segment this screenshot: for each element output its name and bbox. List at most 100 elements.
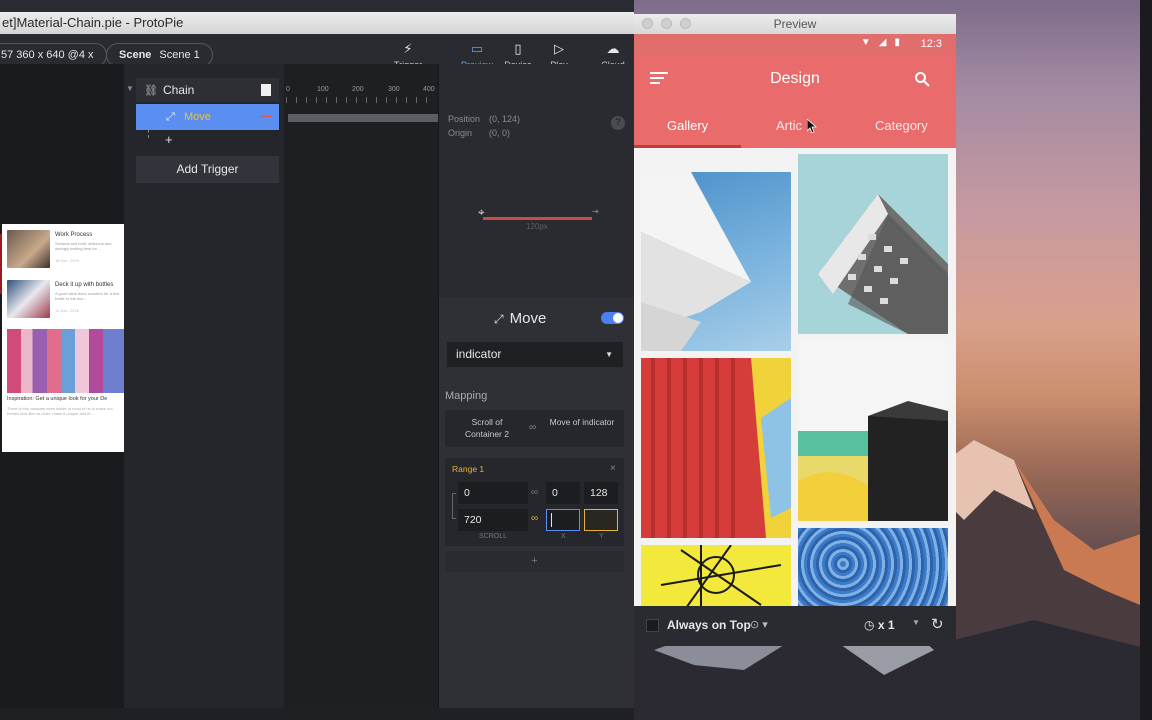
gallery-tile[interactable] bbox=[641, 358, 791, 538]
target-layer-select[interactable]: indicator ▼ bbox=[447, 342, 623, 367]
origin-value: (0, 0) bbox=[489, 128, 511, 138]
help-icon[interactable]: ? bbox=[611, 116, 625, 130]
app-bar: Design bbox=[634, 56, 956, 104]
screen-edge bbox=[1140, 0, 1152, 720]
collapse-caret-icon[interactable]: ▼ bbox=[126, 84, 134, 93]
featured-subtitle: There is this constant need inside of mo… bbox=[7, 406, 113, 416]
chevron-down-icon: ▼ bbox=[605, 350, 613, 359]
list-item: Work Process Sensual and bold, delicious… bbox=[7, 230, 124, 272]
x-caption: X bbox=[561, 533, 566, 540]
architecture-image bbox=[641, 172, 751, 351]
chevron-down-icon[interactable]: ▼ bbox=[912, 618, 920, 627]
y-from-input[interactable]: 128 bbox=[584, 482, 618, 504]
tab-bar: Gallery Artic Category bbox=[634, 104, 956, 148]
mouse-cursor-icon bbox=[807, 119, 817, 133]
y-to-input[interactable] bbox=[584, 509, 618, 531]
play-icon: ▷ bbox=[554, 41, 564, 56]
mapping-label: Mapping bbox=[445, 390, 488, 402]
building-image bbox=[818, 194, 948, 334]
tab-articles[interactable]: Artic bbox=[776, 118, 802, 133]
gallery-tile[interactable] bbox=[798, 528, 948, 606]
response-toggle[interactable] bbox=[601, 312, 624, 324]
close-range-button[interactable]: × bbox=[610, 463, 616, 474]
text-caret bbox=[551, 513, 552, 527]
position-origin-labels: Position Origin bbox=[448, 112, 480, 140]
ruler-tick: 100 bbox=[317, 86, 329, 93]
close-window-button[interactable] bbox=[642, 18, 653, 29]
card-title: Work Process bbox=[55, 232, 93, 238]
tab-gallery[interactable]: Gallery bbox=[667, 118, 708, 133]
status-icons: ▼◢▮ bbox=[860, 37, 908, 48]
link-icon: ∞ bbox=[531, 513, 539, 524]
status-time: 12:3 bbox=[920, 38, 942, 50]
move-response-row[interactable]: ⤢ Move bbox=[136, 104, 279, 130]
x-from-input[interactable]: 0 bbox=[546, 482, 580, 504]
tab-category[interactable]: Category bbox=[875, 118, 928, 133]
move-icon: ⤢ bbox=[166, 111, 175, 123]
preview-title: Preview bbox=[773, 17, 817, 31]
response-label: Move bbox=[184, 111, 211, 123]
minimize-window-button[interactable] bbox=[661, 18, 672, 29]
response-title: ⤢ Move bbox=[494, 310, 546, 327]
range-title: Range 1 bbox=[452, 464, 485, 474]
origin-label: Origin bbox=[448, 128, 473, 138]
add-trigger-button[interactable]: Add Trigger bbox=[136, 156, 279, 183]
move-icon: ⤢ bbox=[494, 312, 504, 326]
move-distance-label: 120px bbox=[526, 222, 548, 231]
options-dropdown[interactable]: ⊙ ▾ bbox=[750, 618, 768, 631]
featured-title: Inspiration: Get a unique look for your … bbox=[7, 396, 108, 402]
app-title: Design bbox=[770, 70, 820, 87]
y-caption: Y bbox=[599, 533, 604, 540]
card-subtitle: Sensual and bold, delicious and daringly… bbox=[55, 241, 112, 251]
list-item: Deck it up with bottles A good wine does… bbox=[7, 280, 124, 322]
device-icon: ▯ bbox=[514, 41, 522, 56]
remove-response-button[interactable] bbox=[261, 116, 271, 117]
speed-selector[interactable]: ◷ x 1 bbox=[864, 618, 895, 632]
speed-value: x 1 bbox=[877, 618, 895, 632]
gallery-tile[interactable] bbox=[641, 172, 791, 351]
add-response-button[interactable]: + bbox=[165, 132, 173, 147]
link-icon: ∞ bbox=[529, 422, 537, 433]
position-value: (0, 124) bbox=[489, 114, 521, 124]
gallery-grid[interactable] bbox=[634, 148, 956, 606]
chain-trigger-row[interactable]: ⛓︎ Chain bbox=[136, 78, 279, 102]
preview-icon: ▭ bbox=[470, 41, 484, 56]
add-range-button[interactable]: + bbox=[445, 551, 624, 572]
chain-label: Chain bbox=[162, 83, 195, 97]
move-distance-line bbox=[483, 217, 592, 220]
mapping-box[interactable]: Scroll of Container 2 ∞ Move of indicato… bbox=[445, 410, 624, 447]
always-on-top-checkbox[interactable] bbox=[646, 619, 659, 632]
scene-value: Scene 1 bbox=[159, 49, 200, 61]
link-icon: ∞ bbox=[531, 487, 539, 498]
gallery-tile[interactable] bbox=[798, 341, 948, 521]
ruler-tick: 0 bbox=[286, 86, 290, 93]
ruler-tick: 200 bbox=[352, 86, 364, 93]
artboard-preview[interactable]: Work Process Sensual and bold, delicious… bbox=[2, 224, 124, 452]
scroll-from-input[interactable]: 0 bbox=[458, 482, 528, 504]
scroll-to-input[interactable]: 720 bbox=[458, 509, 528, 531]
preview-titlebar: Preview bbox=[634, 14, 956, 34]
card-thumbnail bbox=[7, 280, 50, 318]
preview-window: Preview ▼◢▮ 12:3 Design Gallery Artic Ca… bbox=[634, 14, 956, 646]
ruler-tick: 400 bbox=[423, 86, 435, 93]
zoom-window-button[interactable] bbox=[680, 18, 691, 29]
red-building-image bbox=[641, 358, 791, 538]
timeline-panel bbox=[284, 64, 438, 708]
range-bracket bbox=[452, 493, 456, 519]
gallery-tile[interactable] bbox=[798, 154, 948, 334]
mapping-source: Scroll of Container 2 bbox=[465, 417, 509, 439]
link-icon: ⛓︎ bbox=[144, 85, 158, 97]
scene-label: Scene bbox=[119, 49, 152, 61]
reload-icon[interactable]: ↻ bbox=[931, 615, 944, 633]
preview-footer: Always on Top ⊙ ▾ ◷ x 1 ▼ ↻ bbox=[634, 606, 956, 646]
card-thumbnail bbox=[7, 230, 50, 268]
device-status-bar: ▼◢▮ 12:3 bbox=[634, 34, 956, 56]
window-title: et]Material-Chain.pie - ProtoPie bbox=[0, 12, 634, 34]
position-label: Position bbox=[448, 114, 481, 124]
trigger-icon: ⚡︎ bbox=[403, 41, 413, 56]
gallery-tile[interactable] bbox=[641, 545, 791, 606]
ruler-ticks bbox=[286, 97, 436, 103]
timeline-bar[interactable] bbox=[288, 114, 438, 122]
wire-structure-image bbox=[660, 545, 782, 606]
search-icon[interactable] bbox=[914, 71, 930, 87]
